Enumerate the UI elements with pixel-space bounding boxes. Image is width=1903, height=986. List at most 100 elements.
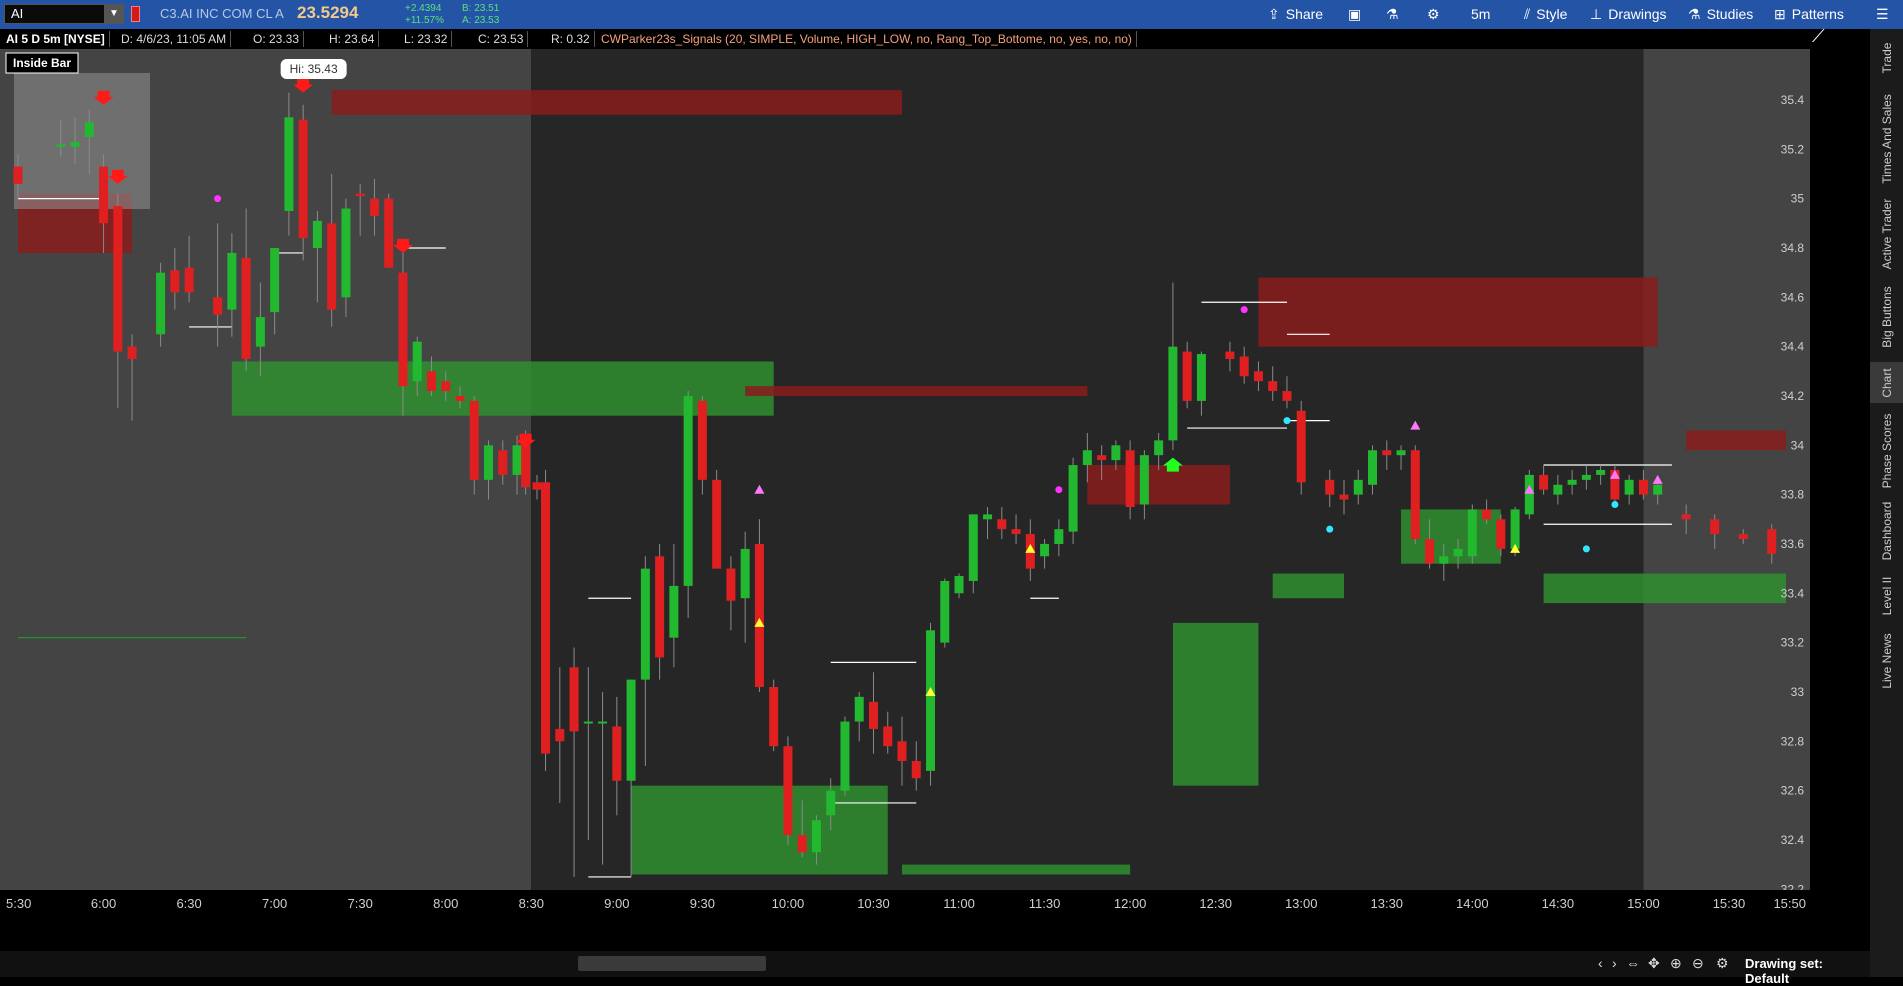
study-label[interactable]: CWParker23s_Signals (20, SIMPLE, Volume,… — [597, 31, 1137, 47]
info-range: R: 0.32 — [547, 31, 595, 47]
sidebar-tab-label: Level II — [1879, 576, 1894, 616]
scroll-right-icon[interactable]: › — [1612, 955, 1617, 971]
candle-body — [1425, 539, 1435, 564]
price-tick-label: 34.8 — [1781, 241, 1805, 255]
sidebar-tab-label: Phase Scores — [1879, 413, 1894, 488]
right-sidebar: Trade Times And Sales Active Trader Big But… — [1870, 29, 1903, 977]
price-tick-label: 32.6 — [1781, 784, 1805, 798]
time-tick-label: 6:00 — [91, 896, 116, 911]
pan-icon[interactable]: ✥ — [1648, 955, 1660, 972]
drawing-set-icon[interactable]: ⚙ — [1716, 955, 1729, 972]
candle-body — [797, 835, 807, 853]
patterns-label: Patterns — [1791, 6, 1844, 22]
candle-body — [156, 272, 166, 335]
candle-body — [1296, 410, 1306, 483]
sidebar-tab-level-ii[interactable]: Level II — [1870, 571, 1903, 621]
sidebar-tab-label: Chart — [1879, 367, 1894, 398]
candle-body — [56, 144, 66, 147]
candle-body — [541, 482, 551, 754]
sidebar-tab-trade[interactable]: Trade — [1870, 35, 1903, 80]
candle-body — [1396, 450, 1406, 456]
candle-body — [1553, 484, 1563, 495]
list-menu-icon: ☰ — [1876, 6, 1889, 22]
drawings-label: Drawings — [1608, 6, 1667, 22]
candle-body — [640, 568, 650, 680]
sidebar-tab-active-trader[interactable]: Active Trader — [1870, 197, 1903, 271]
candle-body — [940, 580, 950, 643]
candle-body — [1410, 450, 1420, 540]
candle-body — [1567, 479, 1577, 485]
candle-body — [1767, 529, 1777, 554]
menu-button[interactable]: ☰ — [1876, 4, 1895, 25]
flask-button[interactable]: ⚗ — [1386, 4, 1405, 25]
candle-body — [598, 721, 608, 724]
expand-horizontal-icon[interactable]: ⇔ — [1626, 955, 1640, 971]
candle-body — [997, 519, 1007, 530]
candle-body — [1482, 509, 1492, 520]
sidebar-tab-big-buttons[interactable]: Big Buttons — [1870, 279, 1903, 354]
studies-button[interactable]: ⚗ Studies — [1688, 4, 1753, 25]
drawing-tool-icon[interactable]: ⟋ — [1812, 26, 1825, 47]
top-toolbar: AI ▼ C3.AI INC COM CL A 23.5294 +2.4394 … — [0, 0, 1903, 29]
candle-body — [1011, 529, 1021, 535]
candle-body — [1253, 371, 1263, 382]
chart-settings-button[interactable]: ▣ — [1348, 4, 1367, 25]
link-color-icon[interactable] — [131, 6, 140, 22]
candle-body — [84, 122, 94, 137]
horizontal-scrollbar[interactable] — [578, 956, 766, 971]
price-chart[interactable]: 35.4 35.2 35 34.8 34.6 34.4 34.2 34 33.8 33.6 33.4… — [0, 49, 1810, 934]
net-change: +2.4394 — [405, 3, 442, 14]
gear-button[interactable]: ⚙ — [1427, 4, 1446, 25]
time-tick-label: 9:00 — [604, 896, 629, 911]
symbol-dropdown-icon[interactable]: ▼ — [104, 4, 124, 24]
candle-body — [911, 761, 921, 779]
scroll-left-icon[interactable]: ‹ — [1598, 955, 1603, 971]
candle-body — [1624, 479, 1634, 495]
price-tick-label: 34.4 — [1781, 340, 1805, 354]
sidebar-tab-label: Active Trader — [1879, 198, 1894, 270]
price-tick-label: 32.4 — [1781, 833, 1805, 847]
candle-body — [555, 728, 565, 742]
bid-price: B: 23.51 — [462, 3, 500, 14]
timeframe-button[interactable]: 5m — [1471, 4, 1490, 25]
percent-change: +11.57% — [405, 15, 445, 26]
candle-body — [1368, 450, 1378, 485]
sidebar-tab-phase-scores[interactable]: Phase Scores — [1870, 411, 1903, 490]
candle-body — [70, 141, 80, 147]
sidebar-tab-live-news[interactable]: Live News — [1870, 629, 1903, 693]
sidebar-tab-dashboard[interactable]: Dashboard — [1870, 498, 1903, 563]
candle-body — [1496, 519, 1506, 549]
candle-body — [1040, 543, 1050, 557]
patterns-button[interactable]: ⊞ Patterns — [1774, 4, 1844, 25]
candle-body — [983, 514, 993, 520]
candle-body — [1139, 455, 1149, 505]
candle-body — [1339, 494, 1349, 500]
candle-body — [954, 576, 964, 594]
candle-body — [284, 117, 294, 211]
drawings-button[interactable]: ⊥ Drawings — [1590, 4, 1667, 25]
candle-body — [726, 568, 736, 601]
zoom-in-icon[interactable]: ⊕ — [1670, 955, 1682, 972]
candle-body — [569, 667, 579, 732]
candle-body — [1710, 519, 1720, 535]
zoom-out-icon[interactable]: ⊖ — [1692, 955, 1704, 972]
style-button[interactable]: ⫽ Style — [1524, 4, 1567, 25]
drawing-set-label[interactable]: Drawing set: Default — [1745, 956, 1870, 986]
candle-body — [469, 400, 479, 480]
candle-body — [184, 267, 194, 293]
share-button[interactable]: ⇪ Share — [1268, 4, 1323, 25]
gear-icon: ⚙ — [1427, 6, 1440, 22]
candle-body — [1082, 450, 1092, 466]
zone-supply — [1686, 430, 1786, 451]
candle-body — [298, 119, 308, 239]
candle-body — [826, 790, 836, 816]
zone-supply — [1087, 465, 1230, 505]
candle-body — [327, 223, 337, 310]
sidebar-tab-times-and-sales[interactable]: Times And Sales — [1870, 88, 1903, 189]
inside-bar-pattern-icon — [14, 73, 150, 209]
candle-body — [926, 630, 936, 771]
candle-body — [532, 482, 542, 490]
sidebar-tab-chart[interactable]: Chart — [1870, 362, 1903, 403]
sidebar-tab-label: Big Buttons — [1879, 285, 1894, 348]
candle-body — [113, 206, 123, 352]
